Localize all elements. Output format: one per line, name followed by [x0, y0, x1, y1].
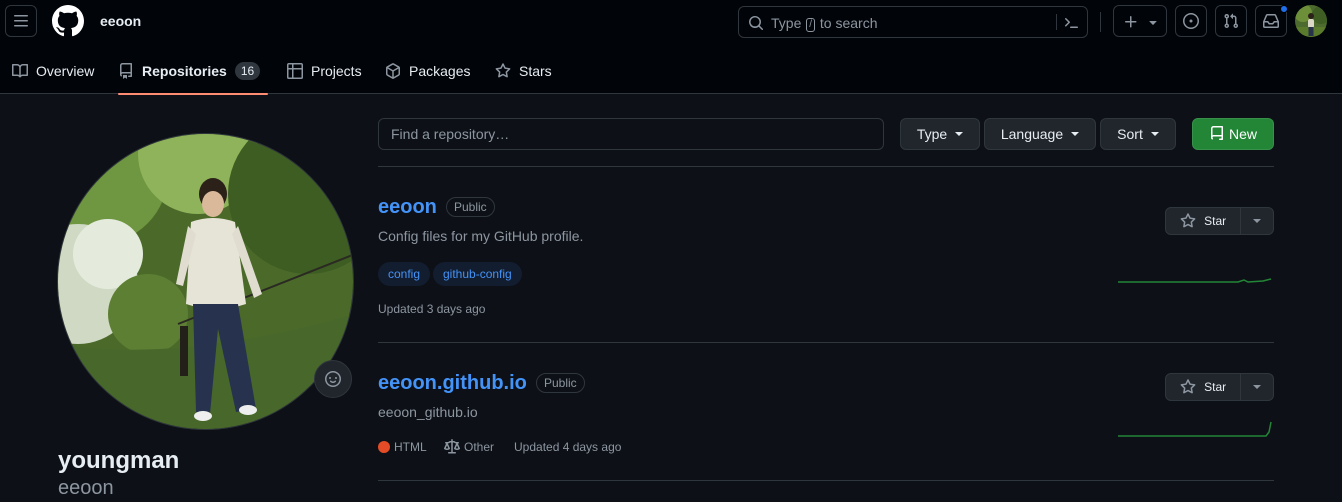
star-button-group: Star	[1165, 207, 1274, 235]
star-button-label: Star	[1204, 380, 1227, 394]
caret-down-icon	[1071, 132, 1080, 136]
sort-label: Sort	[1117, 126, 1143, 142]
menu-button[interactable]	[5, 5, 37, 37]
star-button[interactable]: Star	[1166, 374, 1242, 400]
caret-down-icon	[955, 132, 964, 136]
repo-name-link[interactable]: eeoon.github.io	[378, 372, 527, 395]
star-list-dropdown[interactable]	[1241, 208, 1273, 234]
repo-description: Config files for my GitHub profile.	[378, 228, 584, 244]
search-divider	[1056, 14, 1057, 30]
search-input[interactable]: Type / to search	[738, 6, 1088, 38]
repo-description: eeoon_github.io	[378, 404, 478, 420]
list-divider	[378, 342, 1274, 343]
tab-stars[interactable]: Stars	[495, 48, 552, 94]
search-suffix: to search	[819, 15, 878, 31]
set-status-button[interactable]	[314, 360, 352, 398]
repo-icon	[120, 63, 132, 79]
tab-stars-label: Stars	[519, 63, 552, 79]
caret-down-icon	[1253, 385, 1262, 389]
issue-opened-icon	[1183, 13, 1199, 29]
context-title[interactable]: eeoon	[100, 13, 141, 29]
sort-button[interactable]: Sort	[1100, 118, 1176, 150]
list-divider	[378, 166, 1274, 167]
type-filter-label: Type	[916, 126, 948, 142]
repo-name-link[interactable]: eeoon	[378, 196, 437, 219]
tab-repositories-label: Repositories	[142, 63, 227, 79]
repo-icon	[1210, 126, 1223, 140]
activity-sparkline	[1118, 421, 1272, 437]
visibility-badge: Public	[536, 373, 585, 393]
profile-avatar[interactable]	[57, 133, 354, 430]
star-icon	[1180, 379, 1196, 394]
star-icon	[1180, 213, 1196, 228]
repo-language: HTML	[378, 440, 427, 454]
plus-icon	[1125, 16, 1137, 28]
find-repository-input[interactable]	[378, 118, 884, 150]
git-pull-request-icon	[1224, 13, 1239, 29]
repositories-count-badge: 16	[234, 62, 261, 80]
repo-updated: Updated 3 days ago	[378, 302, 486, 316]
language-label: HTML	[394, 440, 427, 454]
book-icon	[12, 63, 28, 78]
star-button-label: Star	[1204, 214, 1227, 228]
create-new-button[interactable]	[1113, 5, 1167, 37]
pull-requests-button[interactable]	[1215, 5, 1247, 37]
tab-projects-label: Projects	[311, 63, 362, 79]
language-color-dot	[378, 441, 390, 453]
search-shortcut-key: /	[806, 18, 816, 32]
language-filter-button[interactable]: Language	[984, 118, 1096, 150]
topic-tag[interactable]: github-config	[433, 262, 522, 286]
user-avatar-image	[1295, 5, 1327, 37]
topic-tag[interactable]: config	[378, 262, 431, 286]
repo-license: Other	[444, 439, 494, 455]
command-palette-icon[interactable]	[1063, 15, 1079, 31]
activity-sparkline	[1118, 278, 1272, 283]
issues-button[interactable]	[1175, 5, 1207, 37]
tab-overview-label: Overview	[36, 63, 95, 79]
profile-login: eeoon	[58, 477, 114, 499]
header-divider	[1100, 12, 1101, 32]
profile-name: youngman	[58, 447, 180, 474]
profile-photo	[58, 134, 353, 429]
github-logo-icon[interactable]	[52, 5, 84, 37]
table-icon	[287, 63, 303, 79]
law-icon	[444, 439, 460, 454]
search-icon	[749, 16, 764, 31]
new-repository-button[interactable]: New	[1192, 118, 1274, 150]
triangle-down-icon	[1149, 21, 1157, 25]
inbox-icon	[1263, 13, 1279, 28]
new-button-label: New	[1228, 126, 1257, 142]
repo-updated: Updated 4 days ago	[514, 440, 622, 454]
tab-packages-label: Packages	[409, 63, 471, 79]
search-prefix: Type	[771, 15, 802, 31]
user-avatar[interactable]	[1295, 5, 1327, 37]
tab-projects[interactable]: Projects	[287, 48, 362, 94]
list-divider	[378, 480, 1274, 481]
star-icon	[495, 63, 511, 78]
smiley-icon	[325, 371, 341, 387]
star-list-dropdown[interactable]	[1241, 374, 1273, 400]
visibility-badge: Public	[446, 197, 495, 217]
star-button[interactable]: Star	[1166, 208, 1242, 234]
tab-overview[interactable]: Overview	[12, 48, 94, 94]
language-filter-label: Language	[1000, 126, 1064, 142]
caret-down-icon	[1253, 219, 1262, 223]
caret-down-icon	[1150, 132, 1159, 136]
license-label: Other	[464, 440, 495, 454]
tab-packages[interactable]: Packages	[385, 48, 470, 94]
search-placeholder: Type / to search	[771, 15, 878, 32]
package-icon	[386, 63, 400, 79]
tab-repositories[interactable]: Repositories 16	[118, 48, 269, 95]
notification-dot	[1280, 5, 1288, 13]
star-button-group: Star	[1165, 373, 1274, 401]
global-header: eeoon Type / to search Overview Reposito…	[0, 0, 1342, 95]
hamburger-icon	[14, 15, 28, 27]
type-filter-button[interactable]: Type	[900, 118, 980, 150]
